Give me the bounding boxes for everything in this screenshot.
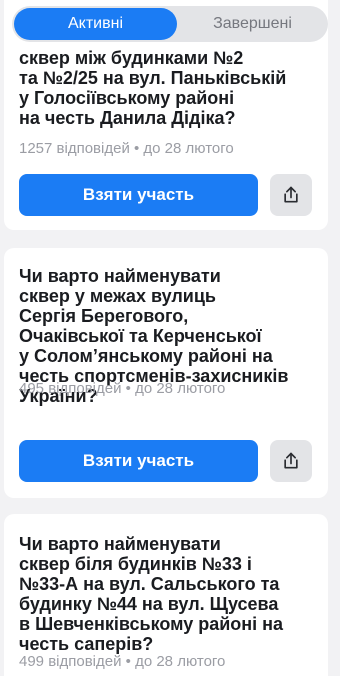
tab-active[interactable]: Активні xyxy=(14,8,177,40)
polls-screen: Активні Завершені сквер між будинками №2… xyxy=(0,0,340,676)
participate-button[interactable]: Взяти участь xyxy=(19,174,258,216)
poll-card[interactable]: Чи варто найменувати сквер біля будинків… xyxy=(4,514,328,676)
share-icon xyxy=(284,186,298,203)
participate-button[interactable]: Взяти участь xyxy=(19,440,258,482)
share-button[interactable] xyxy=(270,174,312,216)
status-tabs: Активні Завершені xyxy=(12,6,328,42)
poll-meta: 1257 відповідей • до 28 лютого xyxy=(19,140,234,157)
poll-card[interactable]: Чи варто найменувати сквер у межах вулиц… xyxy=(4,248,328,498)
poll-question: сквер між будинками №2 та №2/25 на вул. … xyxy=(19,48,287,128)
poll-question: Чи варто найменувати сквер біля будинків… xyxy=(19,534,284,654)
share-button[interactable] xyxy=(270,440,312,482)
poll-meta: 499 відповідей • до 28 лютого xyxy=(19,653,226,670)
share-icon xyxy=(284,452,298,469)
tab-finished[interactable]: Завершені xyxy=(179,8,326,40)
poll-meta: 495 відповідей • до 28 лютого xyxy=(19,380,226,397)
